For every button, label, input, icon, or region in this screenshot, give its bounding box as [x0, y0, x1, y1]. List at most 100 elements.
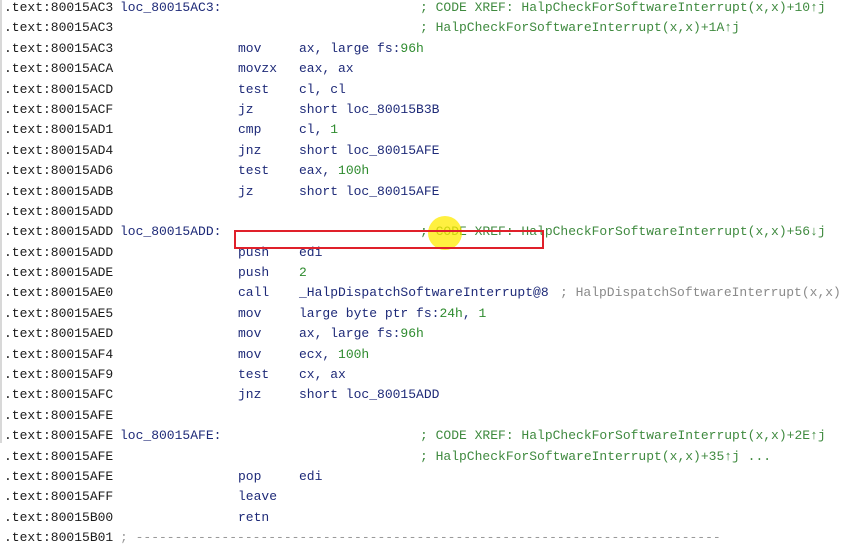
operands: _HalpDispatchSoftwareInterrupt@8 [299, 283, 549, 303]
operand-text: eax, ax [299, 61, 354, 77]
listing-left-border [0, 0, 2, 443]
address: .text:80015AD6 [4, 163, 114, 179]
listing-line[interactable]: .text:80015ADB jz short loc_80015AFE [4, 182, 863, 202]
listing-line[interactable]: .text:80015B00 retn [4, 508, 863, 528]
address: .text:80015ADB [4, 183, 114, 199]
code-label[interactable]: loc_80015ADD: [120, 222, 221, 242]
listing-line[interactable]: .text:80015AC3 ; HalpCheckForSoftwareInte… [4, 18, 863, 38]
mnemonic: jz [238, 183, 254, 199]
operand-text: , [462, 305, 479, 321]
address: .text:80015ADD [4, 203, 114, 219]
operand-text: eax, [299, 163, 339, 179]
operands: short loc_80015ADD [299, 385, 439, 405]
listing-line[interactable]: .text:80015AFE ; HalpCheckForSoftwareInte… [4, 447, 863, 467]
operand-number: 2 [299, 265, 307, 281]
address: .text:80015ADD [4, 244, 114, 260]
separator-comment: ; --------------------------------------… [120, 530, 721, 546]
listing-line[interactable]: .text:80015ACD test cl, cl [4, 80, 863, 100]
listing-line[interactable]: .text:80015B01 ; ------------------------… [4, 528, 863, 548]
listing-line[interactable]: .text:80015AD4 jnz short loc_80015AFE [4, 141, 863, 161]
operand-text: cx, ax [299, 367, 346, 383]
operands: cl, 1 [299, 120, 338, 140]
operand-number: 100h [338, 346, 370, 362]
address: .text:80015AFC [4, 387, 114, 403]
operand-text: edi [299, 468, 323, 484]
code-label[interactable]: loc_80015AFE: [120, 426, 221, 446]
mnemonic: cmp [238, 122, 262, 138]
mnemonic: movzx [238, 61, 278, 77]
listing-line[interactable]: .text:80015ACA movzx eax, ax [4, 59, 863, 79]
listing-line[interactable]: .text:80015AF4 mov ecx, 100h [4, 345, 863, 365]
address: .text:80015AC3 [4, 40, 114, 56]
mnemonic: call [238, 285, 270, 301]
address: .text:80015AFF [4, 489, 114, 505]
address: .text:80015ADD [4, 224, 114, 240]
listing-line[interactable]: .text:80015AFE pop edi [4, 467, 863, 487]
operand-number: 24h [439, 305, 463, 321]
address: .text:80015AF9 [4, 367, 114, 383]
listing-line[interactable]: .text:80015AFE [4, 406, 863, 426]
operands: short loc_80015AFE [299, 182, 439, 202]
address: .text:80015AFE [4, 448, 114, 464]
operand-text: short loc_80015AFE [299, 142, 440, 158]
operands: large byte ptr fs:24h, 1 [299, 304, 486, 324]
operands: edi [299, 467, 322, 487]
mnemonic: pop [238, 468, 262, 484]
address: .text:80015AC3 [4, 20, 114, 36]
address: .text:80015ACA [4, 61, 114, 77]
listing-line[interactable]: .text:80015AFC jnz short loc_80015ADD [4, 385, 863, 405]
listing-line[interactable]: .text:80015AC3 mov ax, large fs:96h [4, 39, 863, 59]
address: .text:80015AE5 [4, 305, 114, 321]
operands: short loc_80015B3B [299, 100, 439, 120]
operand-text: cl, [299, 122, 331, 138]
mnemonic: jnz [238, 387, 262, 403]
mnemonic: retn [238, 509, 270, 525]
listing-line[interactable]: .text:80015AFF leave [4, 487, 863, 507]
disassembly-listing[interactable]: .text:80015AC3 loc_80015AC3: ; CODE XREF: … [4, 0, 863, 549]
operand-text: ax, large fs: [299, 40, 401, 56]
mnemonic: leave [238, 489, 278, 505]
listing-line[interactable]: .text:80015AD6 test eax, 100h [4, 161, 863, 181]
listing-line[interactable]: .text:80015AE0 call _HalpDispatchSoftwareI… [4, 283, 863, 303]
address: .text:80015ACF [4, 101, 114, 117]
mnemonic: jz [238, 101, 254, 117]
operand-symbol[interactable]: _HalpDispatchSoftwareInterrupt@8 [299, 285, 549, 300]
operand-number: 1 [330, 122, 339, 138]
operands: eax, 100h [299, 161, 369, 181]
address: .text:80015B01 [4, 530, 114, 546]
mnemonic: test [238, 367, 270, 383]
address: .text:80015AF4 [4, 346, 114, 362]
operands: 2 [299, 263, 307, 283]
mnemonic: mov [238, 326, 262, 342]
listing-line[interactable]: .text:80015ADE push 2 [4, 263, 863, 283]
mnemonic: jnz [238, 142, 262, 158]
operands: ecx, 100h [299, 345, 369, 365]
address: .text:80015AD4 [4, 142, 114, 158]
operand-number: 100h [338, 163, 370, 179]
operand-number: 1 [478, 305, 487, 321]
listing-line[interactable]: .text:80015AC3 loc_80015AC3: ; CODE XREF: … [4, 0, 863, 18]
code-label[interactable]: loc_80015AC3: [120, 0, 221, 18]
mnemonic: mov [238, 40, 262, 56]
operands: cl, cl [299, 80, 346, 100]
operand-text: short loc_80015ADD [299, 387, 440, 403]
address: .text:80015AC3 [4, 0, 114, 15]
operand-text: short loc_80015B3B [299, 101, 440, 117]
operand-text: cl, cl [299, 81, 346, 97]
listing-line[interactable]: .text:80015AD1 cmp cl, 1 [4, 120, 863, 140]
listing-line[interactable]: .text:80015AF9 test cx, ax [4, 365, 863, 385]
operand-text: ecx, [299, 346, 339, 362]
listing-line[interactable]: .text:80015AE5 mov large byte ptr fs:24h, … [4, 304, 863, 324]
operand-text: large byte ptr fs: [299, 305, 440, 321]
mnemonic: push [238, 265, 270, 281]
address: .text:80015AED [4, 326, 114, 342]
address: .text:80015AFE [4, 428, 114, 444]
operands: cx, ax [299, 365, 346, 385]
xref-comment: ; HalpCheckForSoftwareInterrupt(x,x)+1A↑… [420, 20, 740, 36]
listing-line[interactable]: .text:80015AFE loc_80015AFE: ; CODE XREF: … [4, 426, 863, 446]
xref-comment: ; HalpCheckForSoftwareInterrupt(x,x)+35↑… [420, 448, 772, 464]
xref-comment: ; HalpDispatchSoftwareInterrupt(x,x) [560, 285, 841, 301]
xref-comment: ; CODE XREF: HalpCheckForSoftwareInterru… [420, 0, 826, 15]
listing-line[interactable]: .text:80015ACF jz short loc_80015B3B [4, 100, 863, 120]
listing-line[interactable]: .text:80015AED mov ax, large fs:96h [4, 324, 863, 344]
